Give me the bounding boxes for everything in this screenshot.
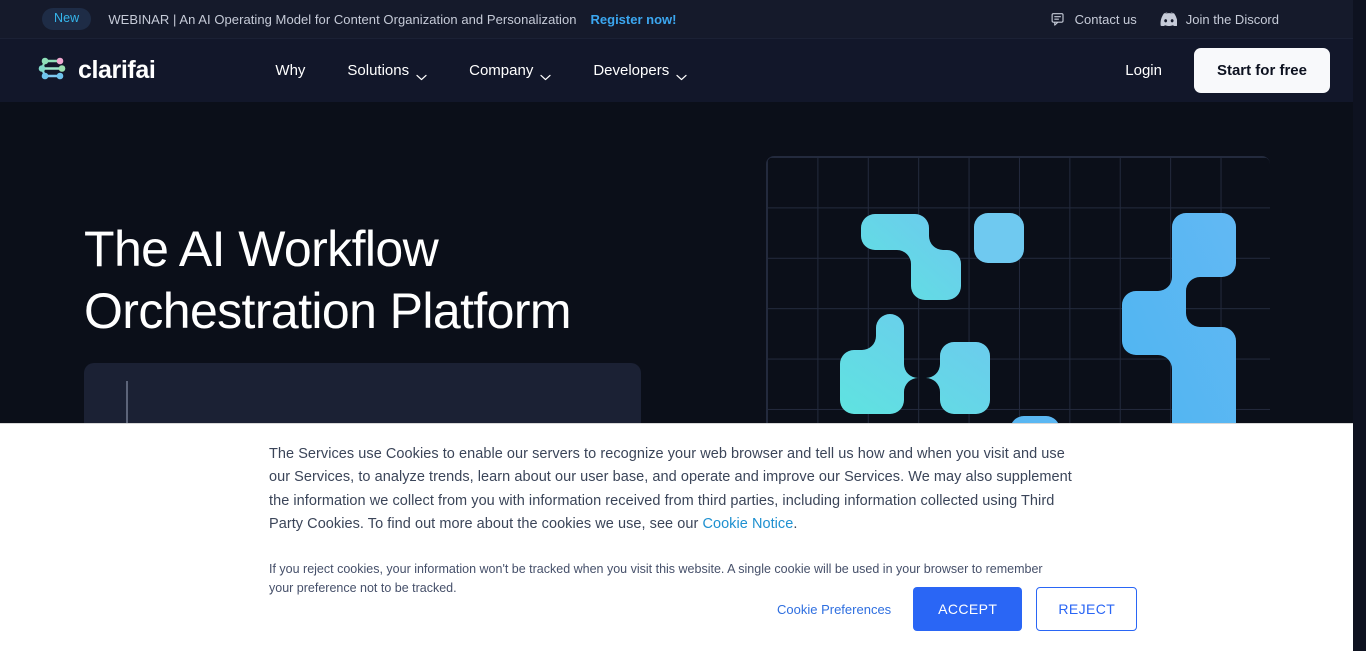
clarifai-nodes-logo-icon bbox=[36, 54, 69, 88]
nav-item-company[interactable]: Company bbox=[448, 54, 572, 87]
contact-us-link[interactable]: Contact us bbox=[1051, 12, 1137, 27]
browser-page: New WEBINAR | An AI Operating Model for … bbox=[0, 0, 1366, 651]
nav-item-why-label: Why bbox=[275, 62, 306, 79]
chat-bubble-icon bbox=[1051, 12, 1066, 27]
hero-title-line-2: Orchestration Platform bbox=[84, 283, 572, 339]
announcement-bar: New WEBINAR | An AI Operating Model for … bbox=[0, 0, 1353, 39]
nav-item-developers-label: Developers bbox=[593, 62, 670, 79]
cookie-notice-link[interactable]: Cookie Notice bbox=[702, 516, 793, 532]
clarifai-logo-link[interactable]: clarifai bbox=[36, 54, 156, 88]
cookie-preferences-button[interactable]: Cookie Preferences bbox=[769, 596, 899, 623]
start-for-free-button[interactable]: Start for free bbox=[1193, 48, 1330, 93]
chevron-down-icon bbox=[540, 68, 551, 81]
page-title: The AI Workflow Orchestration Platform bbox=[84, 218, 724, 342]
announcement-left-group: New WEBINAR | An AI Operating Model for … bbox=[42, 8, 676, 30]
nav-item-company-label: Company bbox=[469, 62, 534, 79]
cookie-actions: Cookie Preferences ACCEPT REJECT bbox=[769, 587, 1138, 631]
cookie-paragraph-1-period: . bbox=[793, 516, 798, 533]
page-viewport: New WEBINAR | An AI Operating Model for … bbox=[0, 0, 1353, 651]
chevron-down-icon bbox=[676, 68, 687, 81]
cookie-consent-banner: The Services use Cookies to enable our s… bbox=[0, 423, 1353, 651]
contact-us-label: Contact us bbox=[1074, 11, 1137, 27]
cookie-text-block: The Services use Cookies to enable our s… bbox=[269, 443, 1074, 597]
hero-title-line-1: The AI Workflow bbox=[84, 221, 439, 277]
announcement-right-group: Contact us Join the Discord bbox=[1051, 12, 1279, 27]
vertical-scrollbar[interactable] bbox=[1353, 0, 1366, 651]
discord-icon bbox=[1159, 12, 1177, 26]
cookie-paragraph-1-text: The Services use Cookies to enable our s… bbox=[269, 446, 1072, 533]
nav-item-solutions-label: Solutions bbox=[347, 62, 410, 79]
register-now-link[interactable]: Register now! bbox=[591, 12, 677, 27]
join-discord-link[interactable]: Join the Discord bbox=[1159, 12, 1279, 27]
nav-item-developers[interactable]: Developers bbox=[572, 54, 708, 87]
login-link[interactable]: Login bbox=[1098, 52, 1189, 89]
nav-item-why[interactable]: Why bbox=[254, 54, 326, 87]
reject-cookies-button[interactable]: REJECT bbox=[1036, 587, 1138, 631]
accept-cookies-button[interactable]: ACCEPT bbox=[913, 587, 1023, 631]
nav-item-solutions[interactable]: Solutions bbox=[326, 54, 448, 87]
announcement-text: WEBINAR | An AI Operating Model for Cont… bbox=[108, 11, 577, 27]
cookie-paragraph-1: The Services use Cookies to enable our s… bbox=[269, 443, 1074, 537]
chevron-down-icon bbox=[416, 68, 427, 81]
new-badge: New bbox=[42, 8, 92, 30]
nav-right-group: Login Start for free bbox=[1098, 48, 1330, 93]
main-navigation: clarifai Why Solutions Company Developer… bbox=[0, 39, 1353, 102]
nav-links: Why Solutions Company Developers bbox=[254, 54, 708, 87]
join-discord-label: Join the Discord bbox=[1185, 11, 1279, 27]
brand-name: clarifai bbox=[78, 56, 156, 84]
